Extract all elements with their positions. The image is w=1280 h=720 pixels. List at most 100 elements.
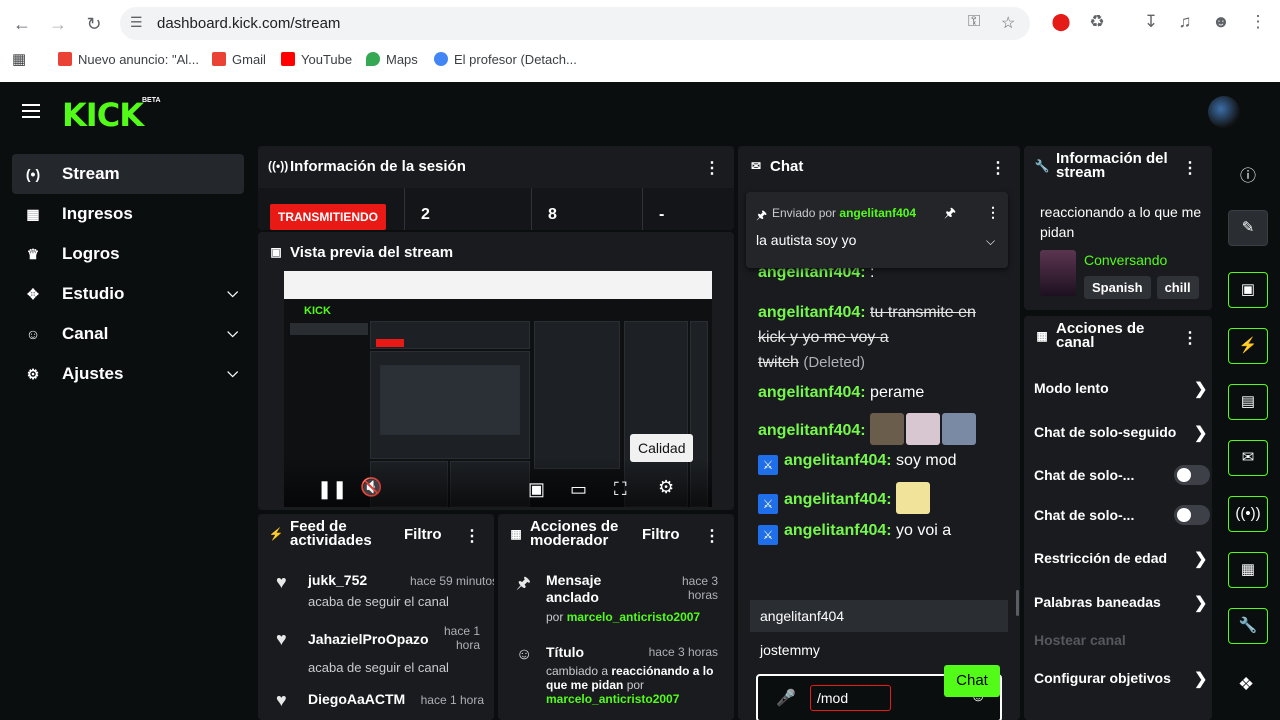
- mention-suggestion[interactable]: jostemmy: [750, 634, 1008, 666]
- opera-extension-icon[interactable]: ⬤: [1050, 12, 1072, 32]
- download-icon[interactable]: ↧: [1140, 12, 1162, 32]
- kick-logo[interactable]: KICK: [62, 96, 144, 134]
- tag[interactable]: chill: [1156, 276, 1199, 299]
- sidebar-item-logros[interactable]: ♛ Logros: [12, 234, 244, 274]
- kebab-menu-icon[interactable]: ⋮: [464, 526, 480, 546]
- channel-toggle-icon[interactable]: ▦: [1228, 552, 1268, 588]
- stat-viewers: 2: [404, 188, 534, 230]
- bookmark-maps[interactable]: Maps: [366, 52, 418, 67]
- mod-icon: ▦: [510, 527, 522, 541]
- user-avatar[interactable]: [1208, 96, 1240, 128]
- apps-grid-icon[interactable]: ▦: [12, 50, 26, 68]
- action-restriccion-edad[interactable]: Restricción de edad ❯: [1034, 550, 1207, 568]
- chevron-down-icon[interactable]: ⌵: [986, 234, 995, 249]
- toggle-switch[interactable]: [1174, 505, 1210, 525]
- hamburger-menu-icon[interactable]: [22, 104, 40, 118]
- feed-item-name[interactable]: jukk_752: [308, 572, 367, 588]
- emote-image: [906, 413, 941, 445]
- activity-filter-button[interactable]: Filtro: [404, 526, 442, 543]
- chevron-right-icon: ❯: [1194, 551, 1208, 568]
- info-icon[interactable]: ⓘ: [1240, 162, 1256, 186]
- pause-icon[interactable]: ❚❚: [317, 479, 347, 500]
- bookmark-el-profesor[interactable]: El profesor (Detach...: [434, 52, 577, 67]
- mod-log-toggle-icon[interactable]: ▤: [1228, 384, 1268, 420]
- preview-toggle-icon[interactable]: ▣: [1228, 272, 1268, 308]
- toggle-switch[interactable]: [1174, 465, 1210, 485]
- bookmark-gmail[interactable]: Gmail: [212, 52, 266, 67]
- preview-logo: KICK: [304, 305, 331, 317]
- menu-dots-icon[interactable]: ⋮: [1247, 12, 1269, 32]
- tag[interactable]: Spanish: [1084, 276, 1151, 299]
- stream-video-player[interactable]: KICK ❚❚ 🔇 ▣ ▭ ⛶ ⚙ Calidad: [284, 271, 712, 507]
- maps-icon: [366, 52, 380, 66]
- kebab-menu-icon[interactable]: ⋮: [1182, 328, 1198, 348]
- edit-pencil-icon[interactable]: ✎: [1228, 210, 1268, 246]
- feed-item-name[interactable]: JahazielProOpazo: [308, 631, 429, 647]
- chat-message: angelitanf404: tu transmite en kick y yo …: [758, 304, 976, 371]
- fullscreen-icon[interactable]: ⛶: [614, 479, 627, 500]
- lightning-toggle-icon[interactable]: ⚡: [1228, 328, 1268, 364]
- mod-action-by: por marcelo_anticristo2007: [546, 610, 701, 624]
- extensions-icon[interactable]: ♻: [1086, 12, 1108, 32]
- preview-gradient: [284, 459, 712, 507]
- pin-icon: 🖈: [516, 575, 531, 592]
- preview-screen: KICK: [284, 299, 712, 507]
- broadcast-toggle-icon[interactable]: ((•)): [1228, 496, 1268, 532]
- picture-in-picture-icon[interactable]: ▣: [528, 479, 545, 500]
- kebab-menu-icon[interactable]: ⋮: [704, 158, 720, 178]
- action-configurar-objetivos[interactable]: Configurar objetivos ❯: [1034, 670, 1207, 688]
- site-settings-icon[interactable]: ☰: [130, 14, 143, 31]
- action-palabras-baneadas[interactable]: Palabras baneadas ❯: [1034, 594, 1207, 612]
- bookmark-nuevo-anuncio[interactable]: Nuevo anuncio: "Al...: [58, 52, 199, 67]
- sidebar-item-estudio[interactable]: ✥ Estudio ⌵: [12, 274, 244, 314]
- chat-toggle-icon[interactable]: ✉: [1228, 440, 1268, 476]
- chevron-right-icon: ❯: [1194, 425, 1208, 442]
- feed-item-name[interactable]: DiegoAaACTM: [308, 691, 405, 707]
- microphone-icon[interactable]: 🎤: [776, 688, 796, 708]
- activity-feed-header: ⚡ Feed de actividades Filtro ⋮: [268, 518, 480, 549]
- stream-preview-header: ▣ Vista previa del stream: [258, 232, 734, 272]
- media-icon[interactable]: ♫: [1174, 12, 1196, 32]
- theater-mode-icon[interactable]: ▭: [570, 479, 587, 500]
- wrench-toggle-icon[interactable]: 🔧: [1228, 608, 1268, 644]
- send-chat-button[interactable]: Chat: [944, 665, 1000, 697]
- address-bar[interactable]: ☰ dashboard.kick.com/stream ⚿ ☆: [120, 7, 1030, 40]
- action-solo-subs[interactable]: Chat de solo-...: [1034, 465, 1210, 485]
- profile-icon[interactable]: ☻: [1210, 12, 1232, 32]
- sidebar-item-canal[interactable]: ☺ Canal ⌵: [12, 314, 244, 354]
- action-modo-lento[interactable]: Modo lento ❯: [1034, 380, 1207, 398]
- bookmark-star-icon[interactable]: ☆: [1001, 13, 1015, 33]
- chat-message: ⚔ angelitanf404:: [758, 482, 932, 514]
- chat-input[interactable]: /mod: [810, 685, 892, 711]
- user-edit-icon: ☺: [516, 646, 533, 663]
- sidebar-item-ajustes[interactable]: ⚙ Ajustes ⌵: [12, 354, 244, 394]
- category-link[interactable]: Conversando: [1084, 252, 1167, 268]
- mod-filter-button[interactable]: Filtro: [642, 526, 680, 543]
- pinned-sender: Enviado por angelitanf404: [772, 206, 917, 220]
- action-solo-emotes[interactable]: Chat de solo-...: [1034, 505, 1210, 525]
- forward-icon[interactable]: →: [46, 12, 70, 36]
- unpin-icon[interactable]: 🖈: [944, 204, 956, 226]
- kebab-menu-icon[interactable]: ⋮: [704, 526, 720, 546]
- chat-scrollbar[interactable]: [1016, 590, 1019, 616]
- kebab-menu-icon[interactable]: ⋮: [990, 158, 1006, 178]
- password-key-icon[interactable]: ⚿: [968, 13, 980, 31]
- bookmark-youtube[interactable]: YouTube: [281, 52, 352, 67]
- preview-live-badge: [376, 339, 404, 347]
- sidebar-item-stream[interactable]: (•) Stream: [12, 154, 244, 194]
- kebab-menu-icon[interactable]: ⋮: [986, 204, 1000, 221]
- sidebar-item-ingresos[interactable]: ▦ Ingresos: [12, 194, 244, 234]
- kebab-menu-icon[interactable]: ⋮: [1182, 158, 1198, 178]
- pinned-message[interactable]: 🖈 Enviado por angelitanf404 🖈 ⋮ la autis…: [746, 192, 1008, 268]
- action-solo-seguidores[interactable]: Chat de solo-seguido ❯: [1034, 424, 1212, 443]
- reload-icon[interactable]: ↻: [82, 12, 106, 36]
- dots-menu-icon[interactable]: ❖: [1238, 674, 1254, 695]
- gmail-icon: [212, 52, 226, 66]
- category-thumbnail[interactable]: [1040, 250, 1076, 296]
- settings-gear-icon[interactable]: ⚙: [658, 477, 674, 498]
- broadcast-icon: (•): [25, 166, 41, 182]
- back-icon[interactable]: ←: [10, 12, 34, 36]
- mute-icon[interactable]: 🔇: [360, 477, 382, 498]
- channel-icon: ▦: [1036, 329, 1048, 343]
- mention-suggestion[interactable]: angelitanf404: [750, 600, 1008, 632]
